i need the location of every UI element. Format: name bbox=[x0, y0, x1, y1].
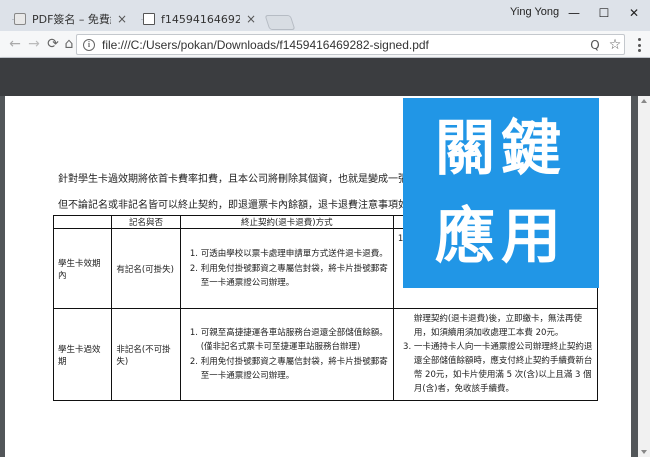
table-row: 學生卡過效期 非記名(不可掛失) 可親至高捷捷運各車站服務台退還全部儲值餘額。(… bbox=[52, 308, 599, 401]
profile-name[interactable]: Ying Yong bbox=[510, 6, 559, 18]
banner-line: 關鍵 bbox=[435, 114, 567, 184]
tab-label: PDF簽名 – 免費線上劃簽 bbox=[32, 13, 111, 26]
status-cell: 學生卡效期內 bbox=[52, 228, 113, 309]
scroll-down-icon[interactable] bbox=[641, 450, 647, 454]
named-cell: 非記名(不可掛失) bbox=[111, 308, 181, 401]
list-item: 可親至高捷捷運各車站服務台退還全部儲值餘額。(僅非記名式票卡可至捷運車站服務台辦… bbox=[201, 326, 389, 354]
scroll-up-icon[interactable] bbox=[641, 99, 647, 103]
keyword-banner: 關鍵 應用 bbox=[403, 98, 599, 288]
document-favicon bbox=[143, 13, 155, 25]
banner-line: 應用 bbox=[435, 202, 567, 272]
fee-text: 辦理契約(退卡退費)後，立即繳卡，無法再使用，如須續用須加收處理工本費 20元。 bbox=[413, 314, 582, 338]
paragraph: 針對學生卡過效期將依首卡費率扣費，且本公司將刪除其個資，也就是變成一張「非記名 bbox=[58, 174, 448, 185]
url-text[interactable]: file:///C:/Users/pokan/Downloads/f145941… bbox=[102, 38, 429, 52]
maximize-icon[interactable]: ☐ bbox=[590, 2, 618, 24]
list-item: 利用免付掛號郵資之專屬信封袋，將卡片掛號郵寄至一卡通票證公司辦理。 bbox=[201, 262, 389, 290]
method-cell: 可透由學校以票卡處理申請單方式送件退卡退費。 利用免付掛號郵資之專屬信封袋，將卡… bbox=[179, 228, 394, 309]
pdf-toolbar bbox=[0, 58, 650, 96]
table-header bbox=[52, 215, 113, 229]
new-tab-button[interactable] bbox=[264, 15, 296, 30]
back-icon[interactable]: ← bbox=[6, 35, 24, 53]
title-bar: PDF簽名 – 免費線上劃簽 × f1459416469282-signed ×… bbox=[0, 0, 650, 31]
paragraph-text: 但不論記名或非記名皆可以終止契約，即退還票卡內餘額，退卡退費注意事項如下， bbox=[58, 200, 428, 211]
pdf-favicon bbox=[14, 13, 26, 25]
status-cell: 學生卡過效期 bbox=[52, 308, 113, 401]
named-cell: 有記名(可掛失) bbox=[111, 228, 181, 309]
close-icon[interactable]: × bbox=[117, 13, 127, 25]
table-header: 終止契約(退卡退費)方式 bbox=[179, 215, 394, 229]
address-bar[interactable]: i file:///C:/Users/pokan/Downloads/f1459… bbox=[76, 34, 625, 55]
table-header: 記名與否 bbox=[111, 215, 181, 229]
tab-pdf-sign[interactable]: PDF簽名 – 免費線上劃簽 × bbox=[4, 7, 135, 31]
tab-label: f1459416469282-signed bbox=[161, 12, 240, 26]
list-item: 可透由學校以票卡處理申請單方式送件退卡退費。 bbox=[201, 247, 389, 261]
tab-signed-pdf[interactable]: f1459416469282-signed × bbox=[133, 7, 264, 31]
list-item: 利用免付掛號郵資之專屬信封袋，將卡片掛號郵寄至一卡通票證公司辦理。 bbox=[201, 355, 389, 383]
list-item: 一卡通持卡人向一卡通票證公司辦理終止契約退還全部儲值餘額時，應支付終止契約手續費… bbox=[414, 340, 593, 396]
browser-toolbar: ← → ⟳ ⌂ i file:///C:/Users/pokan/Downloa… bbox=[0, 31, 650, 58]
close-window-icon[interactable]: ✕ bbox=[620, 2, 648, 24]
minimize-icon[interactable]: — bbox=[560, 2, 588, 24]
method-cell: 可親至高捷捷運各車站服務台退還全部儲值餘額。(僅非記名式票卡可至捷運車站服務台辦… bbox=[179, 308, 394, 401]
paragraph: 但不論記名或非記名皆可以終止契約，即退還票卡內餘額，退卡退費注意事項如下， 請 bbox=[58, 196, 447, 211]
star-icon[interactable]: ☆ bbox=[607, 37, 623, 53]
search-icon[interactable]: Q bbox=[587, 37, 603, 53]
info-icon[interactable]: i bbox=[83, 38, 95, 51]
forward-icon[interactable]: → bbox=[25, 35, 43, 53]
scrollbar[interactable] bbox=[638, 96, 650, 457]
fee-cell: 辦理契約(退卡退費)後，立即繳卡，無法再使用，如須續用須加收處理工本費 20元。… bbox=[392, 308, 599, 401]
menu-icon[interactable] bbox=[632, 36, 646, 54]
close-icon[interactable]: × bbox=[246, 13, 256, 25]
